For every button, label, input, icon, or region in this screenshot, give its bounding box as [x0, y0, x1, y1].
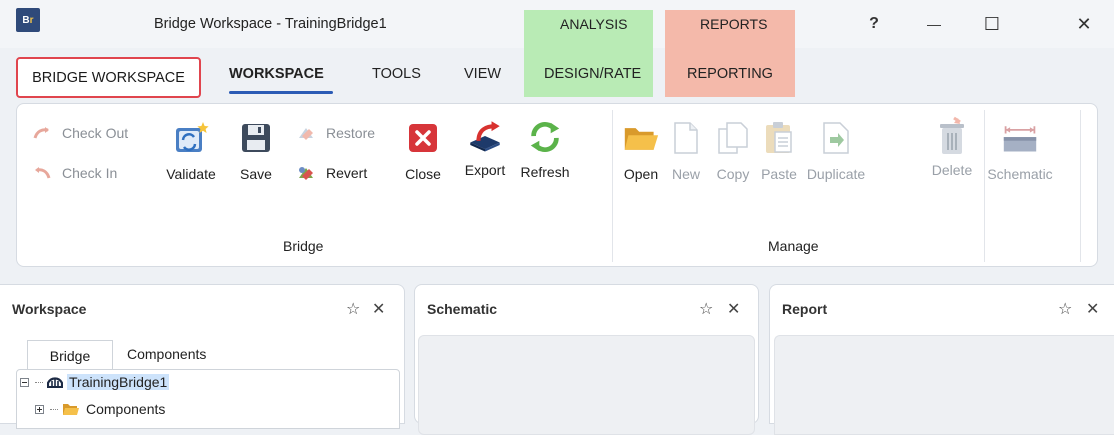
pin-icon[interactable]: ☆ — [699, 299, 713, 319]
new-button[interactable]: New — [667, 120, 705, 182]
duplicate-label: Duplicate — [806, 166, 866, 182]
maximize-button[interactable]: ☐ — [972, 8, 1012, 40]
save-label: Save — [240, 166, 272, 182]
duplicate-icon — [818, 120, 854, 156]
collapse-icon[interactable] — [20, 377, 29, 387]
export-label: Export — [464, 162, 506, 178]
revert-icon — [296, 164, 316, 182]
folder-open-icon — [623, 120, 659, 156]
tab-reporting[interactable]: REPORTING — [687, 66, 773, 82]
restore-label: Restore — [326, 125, 376, 141]
close-pane-icon[interactable]: ✕ — [1086, 299, 1099, 319]
open-label: Open — [623, 166, 659, 182]
revert-button[interactable]: Revert — [296, 164, 367, 182]
bridge-group-label: Bridge — [283, 238, 324, 254]
ribbon-separator — [612, 110, 613, 262]
restore-icon — [296, 124, 316, 142]
tab-view[interactable]: VIEW — [464, 66, 501, 82]
duplicate-button[interactable]: Duplicate — [802, 120, 870, 182]
close-window-button[interactable]: ✕ — [1064, 8, 1104, 40]
tree-item-bridge[interactable]: TrainingBridge1 — [20, 374, 170, 390]
tree-item-bridge-label: TrainingBridge1 — [67, 374, 170, 390]
report-pane-title: Report — [782, 301, 828, 317]
refresh-icon — [527, 118, 563, 156]
schematic-button[interactable]: Schematic — [987, 120, 1053, 182]
reports-context-header: REPORTS — [700, 16, 768, 32]
maximize-icon: ☐ — [983, 13, 1001, 34]
paste-icon — [761, 120, 797, 156]
revert-label: Revert — [326, 165, 368, 181]
copy-icon — [715, 120, 751, 156]
report-pane: Report ☆ ✕ — [769, 284, 1114, 435]
close-x-icon — [405, 120, 441, 156]
validate-label: Validate — [166, 166, 216, 182]
delete-button[interactable]: Delete — [926, 116, 978, 178]
close-button[interactable]: Close — [400, 120, 446, 182]
tab-bridge-workspace-label: BRIDGE WORKSPACE — [32, 69, 185, 86]
tree-connector — [35, 381, 43, 383]
help-button[interactable]: ? — [854, 8, 894, 40]
copy-button[interactable]: Copy — [712, 120, 754, 182]
ribbon-separator-3 — [1080, 110, 1081, 262]
check-in-button[interactable]: Check In — [32, 164, 117, 182]
schematic-canvas[interactable] — [418, 335, 755, 435]
export-button[interactable]: Export — [458, 116, 512, 178]
ribbon-separator-2 — [984, 110, 985, 262]
schematic-pane: Schematic ☆ ✕ — [414, 284, 759, 435]
minimize-icon: — — [927, 16, 941, 32]
analysis-context-header: ANALYSIS — [560, 16, 628, 32]
tab-bridge[interactable]: Bridge — [27, 340, 113, 370]
delete-label: Delete — [931, 162, 973, 178]
workspace-pane-title: Workspace — [12, 301, 87, 317]
active-tab-indicator — [229, 91, 333, 94]
tree-item-components-label: Components — [86, 401, 166, 417]
save-button[interactable]: Save — [236, 120, 276, 182]
new-label: New — [671, 166, 700, 182]
check-out-button[interactable]: Check Out — [32, 124, 128, 142]
schematic-pane-title: Schematic — [427, 301, 498, 317]
app-logo-icon: Br — [16, 8, 40, 32]
paste-label: Paste — [761, 166, 797, 182]
close-pane-icon[interactable]: ✕ — [372, 299, 385, 319]
tab-components[interactable]: Components — [127, 346, 206, 362]
new-document-icon — [668, 120, 704, 156]
refresh-button[interactable]: Refresh — [515, 118, 575, 180]
tab-bridge-label: Bridge — [49, 347, 91, 364]
trash-icon — [934, 116, 970, 156]
close-label: Close — [405, 166, 441, 182]
window-title: Bridge Workspace - TrainingBridge1 — [154, 16, 387, 32]
open-button[interactable]: Open — [619, 120, 663, 182]
check-out-label: Check Out — [62, 125, 129, 141]
bridge-icon — [47, 375, 63, 389]
folder-icon — [62, 402, 80, 416]
pin-icon[interactable]: ☆ — [1058, 299, 1072, 319]
report-canvas[interactable] — [774, 335, 1114, 435]
tab-workspace[interactable]: WORKSPACE — [229, 66, 324, 82]
tab-tools[interactable]: TOOLS — [372, 66, 421, 82]
help-icon: ? — [869, 15, 879, 32]
manage-group-label: Manage — [768, 238, 819, 254]
pin-icon[interactable]: ☆ — [346, 299, 360, 319]
tab-design-rate[interactable]: DESIGN/RATE — [544, 66, 641, 82]
check-out-icon — [32, 124, 52, 142]
paste-button[interactable]: Paste — [756, 120, 802, 182]
schematic-label: Schematic — [987, 166, 1053, 182]
restore-button[interactable]: Restore — [296, 124, 375, 142]
close-icon: ✕ — [1076, 13, 1092, 34]
export-icon — [467, 116, 503, 156]
validate-button[interactable]: Validate — [163, 120, 219, 182]
check-in-icon — [32, 164, 52, 182]
refresh-label: Refresh — [520, 164, 570, 180]
check-in-label: Check In — [62, 165, 118, 181]
close-pane-icon[interactable]: ✕ — [727, 299, 740, 319]
expand-icon[interactable] — [35, 404, 44, 414]
schematic-icon — [1002, 120, 1038, 156]
tree-connector-2 — [50, 408, 58, 410]
copy-label: Copy — [716, 166, 750, 182]
tab-bridge-workspace[interactable]: BRIDGE WORKSPACE — [16, 57, 201, 98]
save-icon — [238, 120, 274, 156]
minimize-button[interactable]: — — [914, 8, 954, 40]
validate-icon — [173, 120, 209, 156]
tree-item-components[interactable]: Components — [35, 401, 165, 417]
